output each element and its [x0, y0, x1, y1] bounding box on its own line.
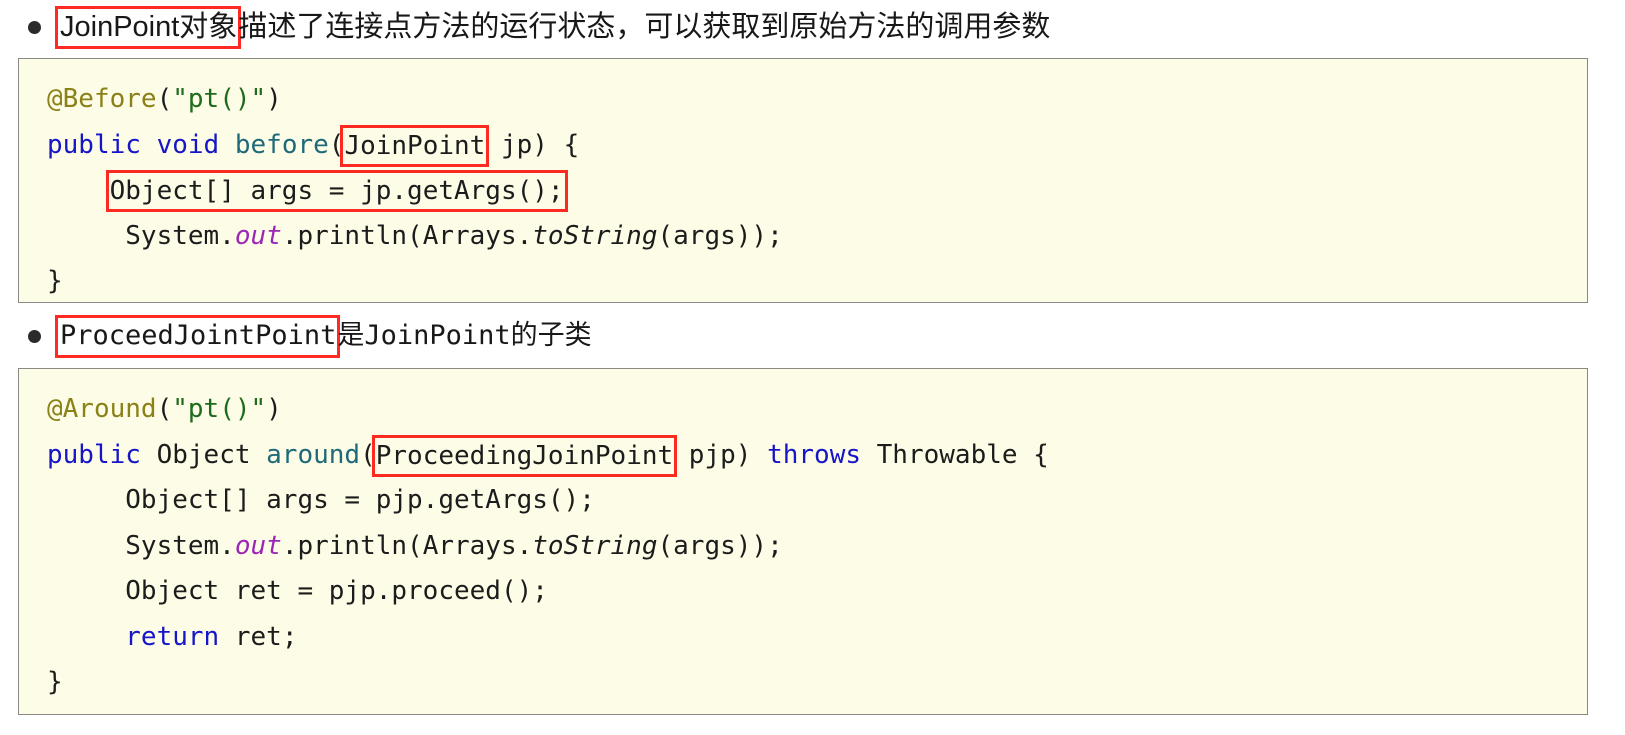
- token-string: "pt()": [172, 84, 267, 114]
- token-params: jp) {: [485, 129, 580, 160]
- token-static-method: toString: [532, 220, 658, 251]
- code-line: Object[] args = jp.getArgs();: [19, 168, 1587, 214]
- code-block-around: @Around("pt()") public Object around(Pro…: [18, 368, 1588, 715]
- token-statement: System.: [47, 530, 235, 561]
- highlight-box-proceedjointpoint: ProceedJointPoint: [54, 314, 341, 358]
- highlight-box-joinpoint-param: JoinPoint: [340, 124, 490, 167]
- token-punct: (: [328, 129, 345, 160]
- code-line: Object[] args = pjp.getArgs();: [19, 478, 1587, 524]
- token-statement: (args));: [657, 530, 783, 561]
- bullet-item-joinpoint: JoinPoint对象描述了连接点方法的运行状态，可以获取到原始方法的调用参数: [0, 0, 1050, 55]
- token-statement: .println(Arrays.: [281, 530, 533, 561]
- token-keyword: return: [125, 621, 220, 652]
- token-string: "pt()": [172, 394, 267, 424]
- token-method-name: around: [266, 439, 361, 470]
- token-statement: Object ret = pjp.proceed();: [47, 576, 548, 606]
- token-punct: (: [360, 439, 376, 470]
- token-params: pjp): [673, 439, 768, 470]
- bullet-marker-icon: [28, 21, 41, 34]
- code-line: public Object around(ProceedingJoinPoint…: [19, 433, 1587, 479]
- token-static-method: toString: [532, 530, 658, 561]
- token-statement: System.: [47, 220, 235, 251]
- token-annotation: @Before: [47, 84, 157, 114]
- code-line: }: [19, 660, 1587, 706]
- code-line: return ret;: [19, 615, 1587, 661]
- token-annotation: @Around: [47, 394, 157, 424]
- token-punct: ): [266, 394, 282, 424]
- code-line: @Before("pt()"): [19, 77, 1587, 123]
- token-brace: }: [47, 667, 63, 697]
- highlight-box-joinpoint-object: JoinPoint对象: [54, 6, 242, 49]
- token-field: out: [234, 220, 282, 251]
- code-line: Object ret = pjp.proceed();: [19, 569, 1587, 615]
- code-line: }: [19, 259, 1587, 302]
- token-statement: .println(Arrays.: [281, 220, 533, 251]
- token-keyword: void: [156, 129, 220, 160]
- token-punct: (: [156, 84, 173, 114]
- token-statement: ret;: [219, 621, 298, 652]
- code-line: @Around("pt()"): [19, 387, 1587, 433]
- token-statement: Object[] args = pjp.getArgs();: [47, 485, 595, 515]
- token-punct: (: [156, 394, 173, 424]
- token-type: Throwable {: [861, 439, 1049, 470]
- token-punct: ): [266, 84, 282, 114]
- token-keyword: throws: [767, 439, 861, 470]
- token-method-name: before: [234, 129, 329, 160]
- token-brace: }: [47, 266, 63, 296]
- bullet-text-joinpoint: JoinPoint对象描述了连接点方法的运行状态，可以获取到原始方法的调用参数: [54, 6, 1051, 49]
- bullet-item-proceedjointpoint: ProceedJointPoint是JoinPoint的子类: [0, 312, 592, 360]
- token-keyword: public: [47, 129, 141, 160]
- bullet-text-proceedjointpoint: ProceedJointPoint是JoinPoint的子类: [54, 314, 592, 358]
- highlight-box-getargs-statement: Object[] args = jp.getArgs();: [105, 170, 568, 212]
- code-block-before: @Before("pt()") public void before(JoinP…: [18, 58, 1588, 303]
- document-page: JoinPoint对象描述了连接点方法的运行状态，可以获取到原始方法的调用参数 …: [0, 0, 1625, 735]
- bullet-marker-icon: [28, 329, 41, 343]
- token-field: out: [234, 530, 282, 561]
- code-line: public void before(JoinPoint jp) {: [19, 123, 1587, 169]
- bullet-rest-proceedjointpoint: 是JoinPoint的子类: [337, 319, 592, 351]
- highlight-box-proceedingjoinpoint-param: ProceedingJoinPoint: [371, 434, 678, 477]
- code-line: System.out.println(Arrays.toString(args)…: [19, 214, 1587, 260]
- token-keyword: public: [47, 439, 141, 470]
- token-type: Object: [140, 439, 267, 470]
- bullet-rest-joinpoint: 描述了连接点方法的运行状态，可以获取到原始方法的调用参数: [238, 11, 1051, 43]
- token-statement: (args));: [657, 220, 783, 251]
- code-line: System.out.println(Arrays.toString(args)…: [19, 524, 1587, 570]
